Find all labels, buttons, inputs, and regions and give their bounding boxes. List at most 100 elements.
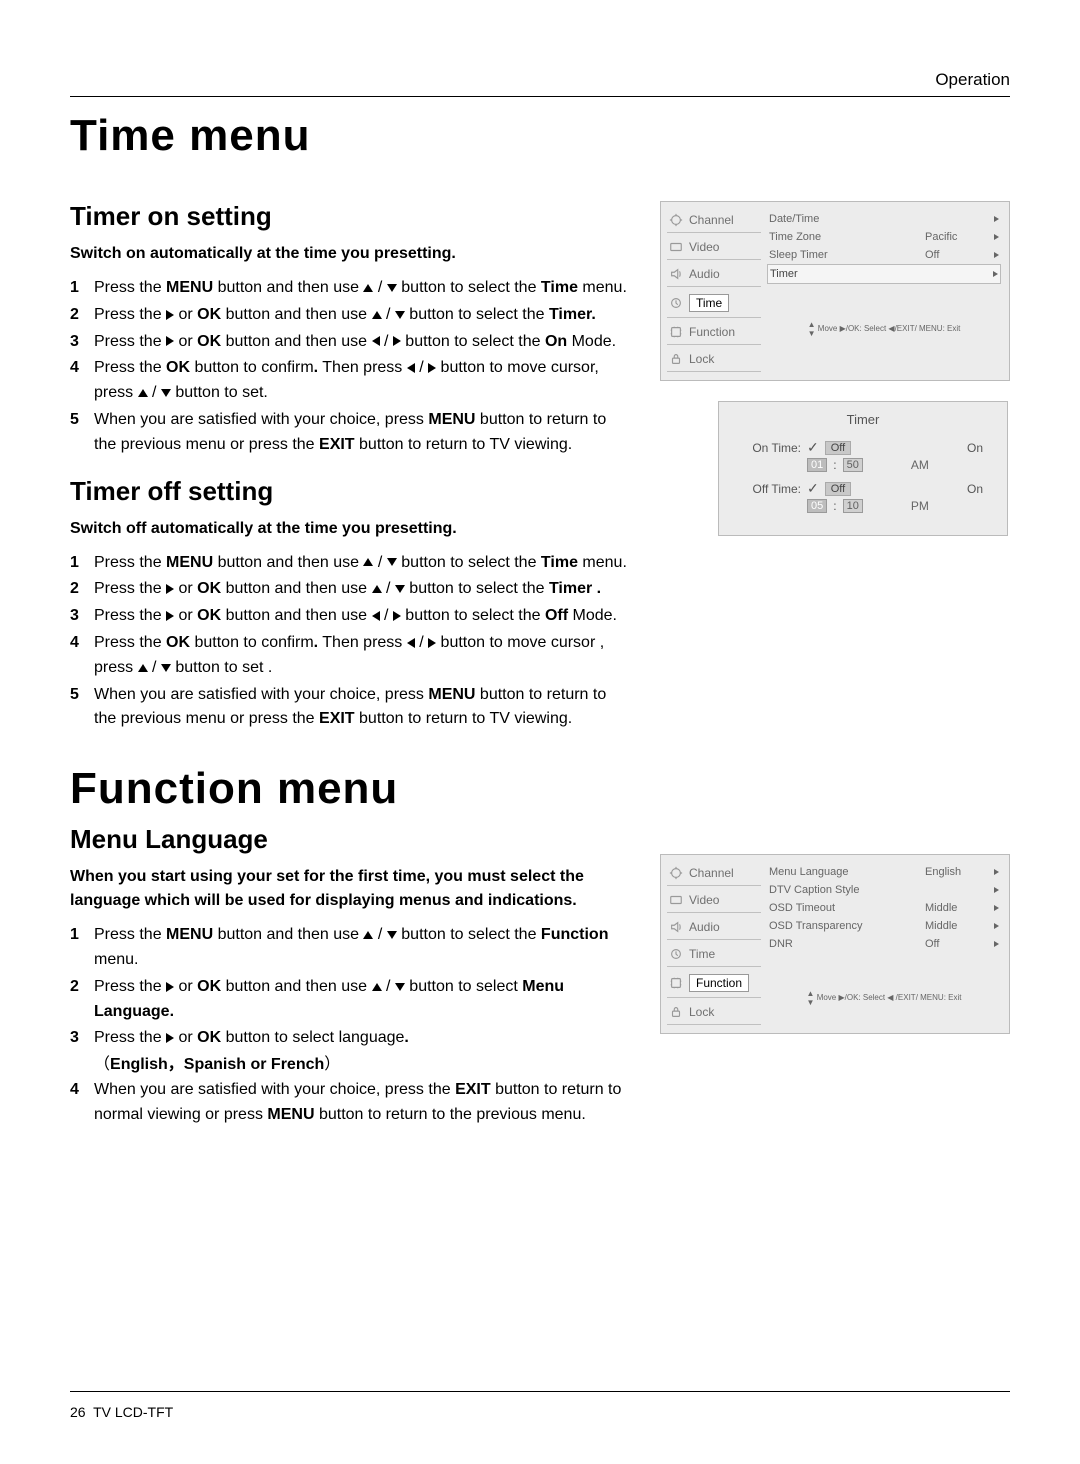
heading-timer-off: Timer off setting xyxy=(70,476,632,507)
step: Press the or OK button and then use / bu… xyxy=(70,303,632,328)
osd-row[interactable]: Sleep TimerOff xyxy=(767,246,1001,264)
osd-function: Channel Video Audio Time Function Lock Menu L… xyxy=(660,854,1010,1034)
right-triangle-icon xyxy=(166,336,174,346)
left-triangle-icon xyxy=(407,363,415,373)
page: Operation Time menu Timer on setting Swi… xyxy=(0,0,1080,1464)
osd-tab-function[interactable]: Function xyxy=(667,320,761,345)
channel-icon xyxy=(669,213,683,227)
osd-row-label: OSD Timeout xyxy=(769,902,919,914)
up-down-icon: / xyxy=(138,384,171,401)
bottom-rule xyxy=(70,1391,1010,1392)
osd-row[interactable]: Timer xyxy=(767,264,1001,284)
on-time-mm[interactable]: 50 xyxy=(843,458,863,472)
osd-row[interactable]: Menu LanguageEnglish xyxy=(767,863,1001,881)
osd-row[interactable]: DTV Caption Style xyxy=(767,881,1001,899)
up-triangle-icon xyxy=(372,585,382,593)
up-down-icon: / xyxy=(372,978,405,995)
osd-row-value: Middle xyxy=(925,902,981,914)
up-down-icon: / xyxy=(363,554,396,571)
function-icon xyxy=(669,976,683,990)
on-time-hh[interactable]: 01 xyxy=(807,458,827,472)
off-time-mm[interactable]: 10 xyxy=(843,499,863,513)
steps-timer-on: Press the MENU button and then use / but… xyxy=(70,276,632,458)
left-triangle-icon xyxy=(407,638,415,648)
on-time-ampm: AM xyxy=(911,458,929,472)
steps-timer-off: Press the MENU button and then use / but… xyxy=(70,551,632,733)
on-time-select[interactable]: Off xyxy=(825,441,851,455)
steps-menu-language: Press the MENU button and then use / but… xyxy=(70,923,632,1127)
step: When you are satisfied with your choice,… xyxy=(70,683,632,733)
down-triangle-icon xyxy=(395,983,405,991)
heading-function-menu: Function menu xyxy=(70,764,1010,814)
up-triangle-icon xyxy=(363,558,373,566)
osd-tab-label: Lock xyxy=(689,1005,714,1019)
osd-row-label: Menu Language xyxy=(769,866,919,878)
osd-tab-label: Time xyxy=(689,294,729,312)
right-triangle-icon xyxy=(166,310,174,320)
osd-tab-label: Function xyxy=(689,325,735,339)
up-triangle-icon xyxy=(138,389,148,397)
chevron-right-icon xyxy=(987,249,999,261)
left-right-icon: / xyxy=(407,359,436,376)
osd-tab-lock[interactable]: Lock xyxy=(667,1000,761,1025)
time-left: Timer on setting Switch on automatically… xyxy=(70,201,632,750)
osd-row[interactable]: Time ZonePacific xyxy=(767,228,1001,246)
osd-tab-label: Function xyxy=(689,974,749,992)
off-time-select[interactable]: Off xyxy=(825,482,851,496)
lock-icon xyxy=(669,1005,683,1019)
osd-tab-lock[interactable]: Lock xyxy=(667,347,761,372)
osd-row-label: Time Zone xyxy=(769,231,919,243)
down-triangle-icon xyxy=(395,311,405,319)
heading-time-menu: Time menu xyxy=(70,111,1010,161)
function-icon xyxy=(669,325,683,339)
up-triangle-icon xyxy=(372,311,382,319)
osd-tab-video[interactable]: Video xyxy=(667,235,761,260)
up-down-icon: / xyxy=(363,926,396,943)
osd-tab-video[interactable]: Video xyxy=(667,888,761,913)
time-icon xyxy=(669,947,683,961)
osd-tab-label: Audio xyxy=(689,267,720,281)
osd-tab-time[interactable]: Time xyxy=(667,289,761,318)
osd-row-label: DNR xyxy=(769,938,919,950)
time-icon xyxy=(669,296,683,310)
function-left: Menu Language When you start using your … xyxy=(70,854,632,1145)
up-down-icon: / xyxy=(372,580,405,597)
right-triangle-icon xyxy=(166,982,174,992)
menu-language-subtitle: When you start using your set for the fi… xyxy=(70,865,632,913)
video-icon xyxy=(669,240,683,254)
osd-time-content: Date/TimeTime ZonePacificSleep TimerOff T… xyxy=(765,208,1003,372)
osd-tab-label: Channel xyxy=(689,866,734,880)
step: Press the or OK button to select languag… xyxy=(70,1026,632,1051)
top-rule xyxy=(70,96,1010,97)
right-triangle-icon xyxy=(393,611,401,621)
step: Press the OK button to confirm. Then pre… xyxy=(70,631,632,681)
chevron-right-icon xyxy=(987,938,999,950)
osd-tab-time[interactable]: Time xyxy=(667,942,761,967)
timer-dialog: Timer On Time: ✓ Off On 01:50 AM Off Tim… xyxy=(718,401,1008,536)
chevron-right-icon xyxy=(987,213,999,225)
osd-tab-audio[interactable]: Audio xyxy=(667,915,761,940)
osd-function-footer: ▲▼ Move ▶/OK: Select ◀ /EXIT/ MENU: Exit xyxy=(767,989,1001,1007)
osd-tab-audio[interactable]: Audio xyxy=(667,262,761,287)
osd-function-content: Menu LanguageEnglishDTV Caption StyleOSD… xyxy=(765,861,1003,1025)
step: Press the MENU button and then use / but… xyxy=(70,923,632,973)
osd-row[interactable]: DNROff xyxy=(767,935,1001,953)
osd-row[interactable]: OSD Timeout Middle xyxy=(767,899,1001,917)
osd-row-label: Timer xyxy=(770,268,918,280)
osd-tab-label: Video xyxy=(689,893,719,907)
osd-row[interactable]: OSD TransparencyMiddle xyxy=(767,917,1001,935)
osd-tab-label: Audio xyxy=(689,920,720,934)
step: Press the MENU button and then use / but… xyxy=(70,276,632,301)
osd-time-tabs: ChannelVideo Audio Time Function Lock xyxy=(667,208,761,372)
osd-row[interactable]: Date/Time xyxy=(767,210,1001,228)
time-right: ChannelVideo Audio Time Function Lock Date/T… xyxy=(660,201,1010,536)
right-triangle-icon xyxy=(166,584,174,594)
function-block: Menu Language When you start using your … xyxy=(70,854,1010,1145)
on-time-state: On xyxy=(967,441,983,455)
check-icon: ✓ xyxy=(807,439,819,456)
osd-tab-function[interactable]: Function xyxy=(667,969,761,998)
osd-tab-channel[interactable]: Channel xyxy=(667,861,761,886)
off-time-hh[interactable]: 05 xyxy=(807,499,827,513)
timer-off-subtitle: Switch off automatically at the time you… xyxy=(70,517,632,541)
osd-tab-channel[interactable]: Channel xyxy=(667,208,761,233)
